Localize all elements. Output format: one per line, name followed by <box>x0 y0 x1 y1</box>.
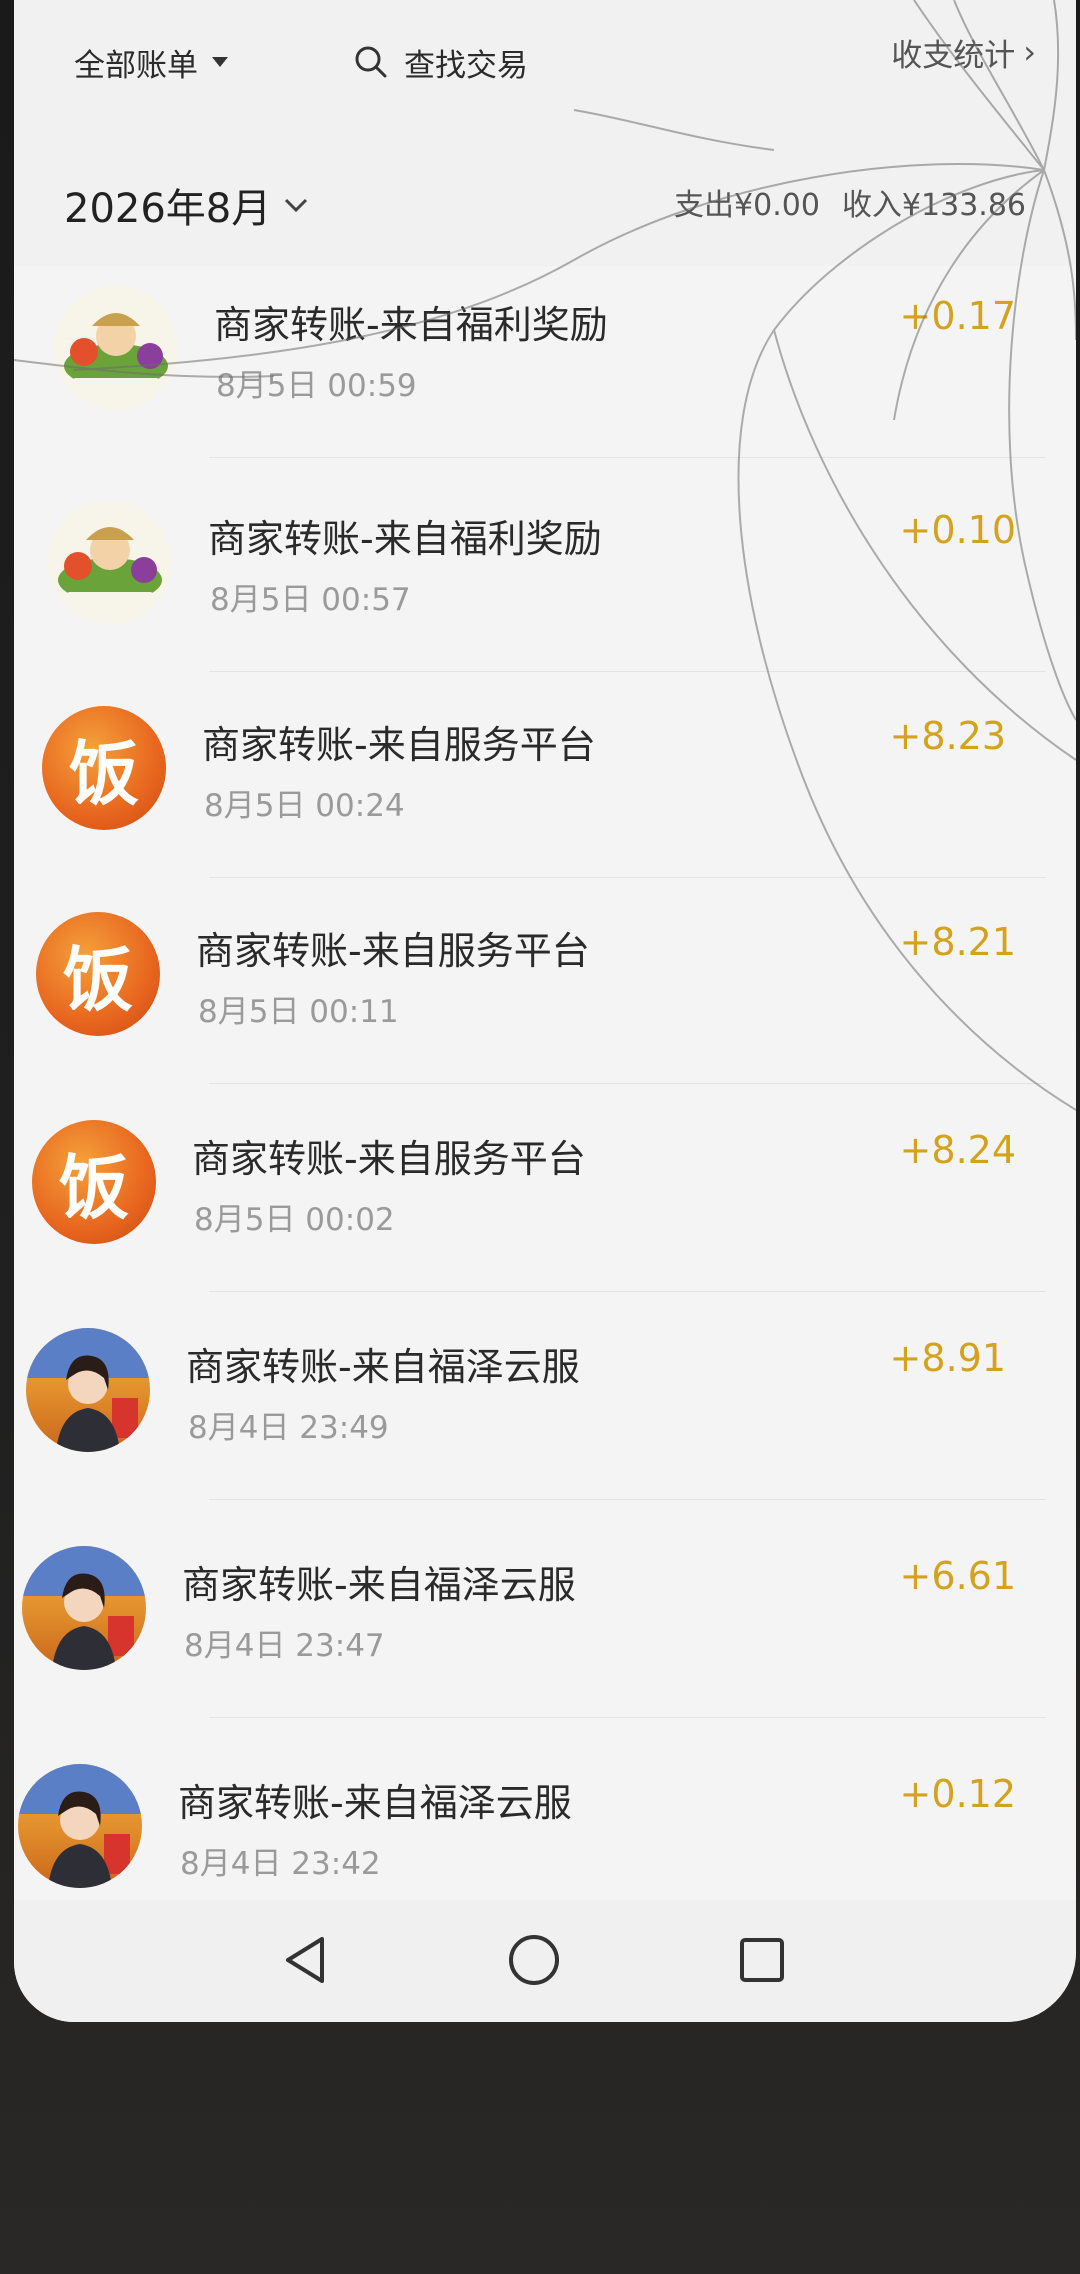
transaction-title: 商家转账-来自服务平台 <box>202 723 596 767</box>
transaction-time: 8月5日 00:24 <box>204 788 405 824</box>
search-icon <box>355 46 387 78</box>
transaction-time: 8月5日 00:59 <box>216 368 417 404</box>
fan-avatar: 饭 <box>42 706 166 830</box>
phone-photo: 全部账单 查找交易 收支统计 › 2026年8月 支出¥0.00 收入¥133.… <box>0 0 1080 2274</box>
row-divider <box>209 1499 1046 1500</box>
transaction-title: 商家转账-来自福泽云服 <box>178 1781 572 1825</box>
home-circle-icon[interactable] <box>504 1930 564 1990</box>
fan-avatar: 饭 <box>36 912 160 1036</box>
transaction-time: 8月4日 23:42 <box>180 1846 381 1882</box>
month-label: 2026年8月 <box>64 186 272 232</box>
transaction-time: 8月4日 23:47 <box>184 1628 385 1664</box>
system-navigation-bar <box>14 1900 1076 2022</box>
chevron-down-icon <box>285 198 308 213</box>
transaction-title: 商家转账-来自福泽云服 <box>186 1345 580 1389</box>
chevron-right-icon: › <box>1023 33 1036 71</box>
fan-avatar: 饭 <box>32 1120 156 1244</box>
transaction-title: 商家转账-来自福利奖励 <box>208 517 602 561</box>
transaction-time: 8月5日 00:11 <box>198 994 399 1030</box>
month-picker[interactable]: 2026年8月 <box>64 170 309 240</box>
transaction-amount: +0.12 <box>899 1772 1016 1816</box>
transaction-title: 商家转账-来自福利奖励 <box>214 303 608 347</box>
transaction-row[interactable]: 饭 商家转账-来自服务平台 8月5日 00:02 +8.24 <box>14 1080 1076 1292</box>
fan-character: 饭 <box>59 1146 129 1229</box>
transaction-title: 商家转账-来自服务平台 <box>196 929 590 973</box>
back-triangle-icon[interactable] <box>276 1930 336 1990</box>
transaction-time: 8月4日 23:49 <box>188 1410 389 1446</box>
row-divider <box>209 1717 1046 1718</box>
search-transactions-button[interactable]: 查找交易 <box>354 22 528 102</box>
caret-down-icon <box>212 57 228 67</box>
transaction-amount: +8.21 <box>899 920 1016 964</box>
income-expense-stats-link[interactable]: 收支统计 › <box>891 22 1036 82</box>
filter-label: 全部账单 <box>74 47 198 84</box>
month-summary: 支出¥0.00 收入¥133.86 <box>652 172 1026 232</box>
income-total: 收入¥133.86 <box>841 188 1026 223</box>
transaction-amount: +8.24 <box>899 1128 1016 1172</box>
woman-avatar <box>18 1764 142 1888</box>
transaction-title: 商家转账-来自服务平台 <box>192 1137 586 1181</box>
woman-avatar <box>22 1546 146 1670</box>
farmer-avatar <box>54 286 178 410</box>
row-divider <box>209 457 1046 458</box>
transaction-amount: +6.61 <box>899 1554 1016 1598</box>
transaction-amount: +8.91 <box>889 1336 1006 1380</box>
woman-avatar <box>26 1328 150 1452</box>
transaction-amount: +0.17 <box>899 294 1016 338</box>
transaction-row[interactable]: 商家转账-来自福泽云服 8月4日 23:47 +6.61 <box>14 1506 1076 1718</box>
recents-square-icon[interactable] <box>732 1930 792 1990</box>
transaction-row[interactable]: 饭 商家转账-来自服务平台 8月5日 00:11 +8.21 <box>14 872 1076 1084</box>
expense-total: 支出¥0.00 <box>674 188 820 223</box>
transaction-row[interactable]: 商家转账-来自福泽云服 8月4日 23:49 +8.91 <box>14 1288 1076 1500</box>
transaction-row[interactable]: 商家转账-来自福利奖励 8月5日 00:57 +0.10 <box>14 460 1076 672</box>
stats-label: 收支统计 <box>891 37 1016 74</box>
transaction-amount: +0.10 <box>899 508 1016 552</box>
transaction-row[interactable]: 商家转账-来自福利奖励 8月5日 00:59 +0.17 <box>14 246 1076 458</box>
bill-header: 全部账单 查找交易 收支统计 › 2026年8月 支出¥0.00 收入¥133.… <box>14 0 1076 266</box>
all-bills-filter[interactable]: 全部账单 <box>74 22 228 102</box>
phone-screen: 全部账单 查找交易 收支统计 › 2026年8月 支出¥0.00 收入¥133.… <box>14 0 1076 2022</box>
transaction-row[interactable]: 饭 商家转账-来自服务平台 8月5日 00:24 +8.23 <box>14 666 1076 878</box>
transaction-title: 商家转账-来自福泽云服 <box>182 1563 576 1607</box>
transaction-time: 8月5日 00:57 <box>210 582 411 618</box>
farmer-avatar <box>48 500 172 624</box>
transaction-amount: +8.23 <box>889 714 1006 758</box>
fan-character: 饭 <box>69 732 139 815</box>
transaction-time: 8月5日 00:02 <box>194 1202 395 1238</box>
fan-character: 饭 <box>63 938 133 1021</box>
search-label: 查找交易 <box>404 47 528 84</box>
